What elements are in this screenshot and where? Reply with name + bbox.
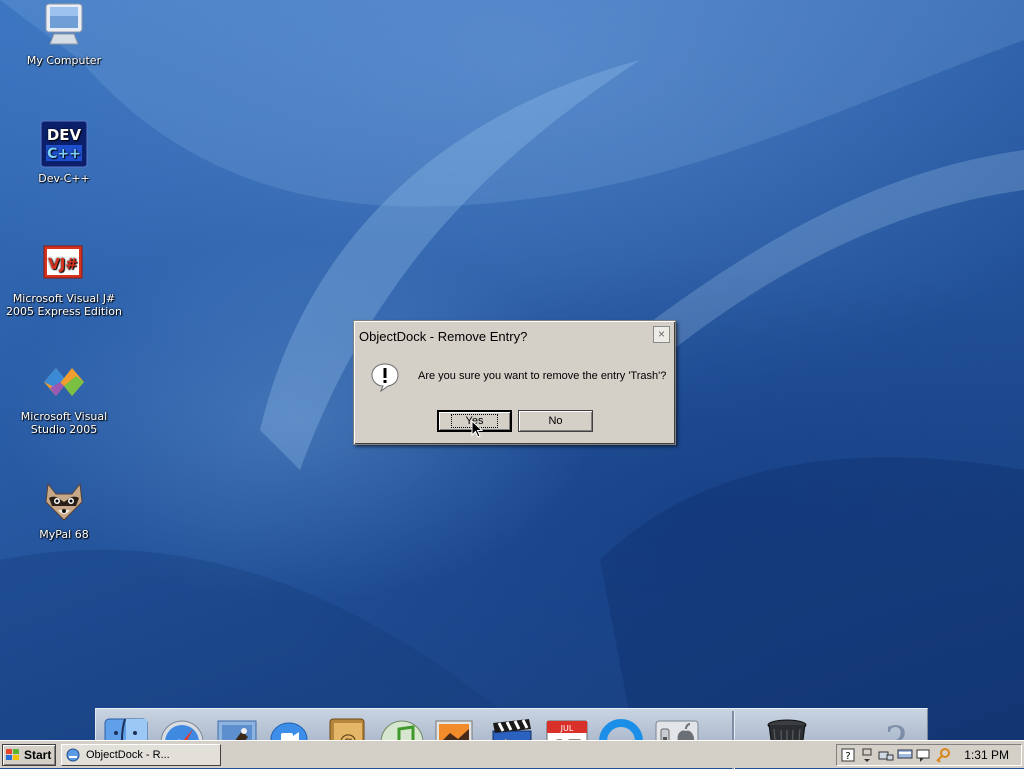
no-button[interactable]: No	[518, 410, 593, 432]
chat-tray-icon[interactable]	[916, 747, 932, 763]
system-tray: ? 1:31 PM	[836, 744, 1022, 766]
network-tray-icon[interactable]	[878, 747, 894, 763]
mypal-raccoon-icon	[40, 476, 88, 524]
desktop-icon-mypal[interactable]: MyPal 68	[0, 476, 128, 541]
taskbar: Start ObjectDock - R... ? 1:31 PM	[0, 740, 1024, 768]
desktop-icon-visual-jsharp[interactable]: VJ# Microsoft Visual J# 2005 Express Edi…	[0, 240, 128, 318]
dialog-titlebar[interactable]: ObjectDock - Remove Entry? ×	[357, 324, 672, 348]
devcpp-icon: DEV C++	[40, 120, 88, 168]
objectdock-icon	[66, 748, 80, 762]
desktop-icon-label: My Computer	[26, 54, 102, 67]
windows-logo-icon	[6, 749, 19, 760]
clock[interactable]: 1:31 PM	[964, 748, 1009, 762]
desktop-icon-my-computer[interactable]: My Computer	[0, 2, 128, 67]
desktop-icon-visual-studio[interactable]: Microsoft Visual Studio 2005	[0, 358, 128, 436]
desktop-icon-label: MyPal 68	[39, 528, 89, 541]
svg-text:VJ#: VJ#	[48, 255, 78, 273]
visual-jsharp-icon: VJ#	[40, 240, 88, 288]
desktop-icon-label: Dev-C++	[38, 172, 90, 185]
monitor-tray-icon[interactable]	[897, 747, 913, 763]
mouse-cursor-icon	[471, 420, 483, 438]
start-label: Start	[24, 748, 52, 762]
computer-icon	[40, 2, 88, 50]
svg-text:C++: C++	[47, 146, 81, 162]
taskbar-button-label: ObjectDock - R...	[86, 749, 170, 761]
dialog-title: ObjectDock - Remove Entry?	[359, 328, 528, 344]
desktop-icon-label: Microsoft Visual Studio 2005	[20, 410, 108, 436]
taskbar-button-objectdock[interactable]: ObjectDock - R...	[61, 744, 221, 766]
restore-tray-icon[interactable]	[859, 747, 875, 763]
key-tray-icon[interactable]	[935, 747, 951, 763]
remove-entry-dialog: ObjectDock - Remove Entry? × Are you sur…	[353, 320, 676, 445]
svg-text:DEV: DEV	[47, 126, 82, 144]
desktop-icon-devcpp[interactable]: DEV C++ Dev-C++	[0, 120, 128, 185]
no-button-label: No	[548, 415, 563, 427]
desktop-icon-label: Microsoft Visual J# 2005 Express Edition	[6, 292, 122, 318]
close-button[interactable]: ×	[653, 326, 670, 343]
visual-studio-icon	[40, 358, 88, 406]
dialog-message: Are you sure you want to remove the entr…	[418, 370, 667, 382]
svg-text:?: ?	[845, 751, 850, 762]
svg-text:JUL: JUL	[560, 724, 574, 733]
start-button[interactable]: Start	[2, 744, 56, 766]
exclamation-icon	[369, 361, 401, 393]
help-tray-icon[interactable]: ?	[840, 747, 856, 763]
